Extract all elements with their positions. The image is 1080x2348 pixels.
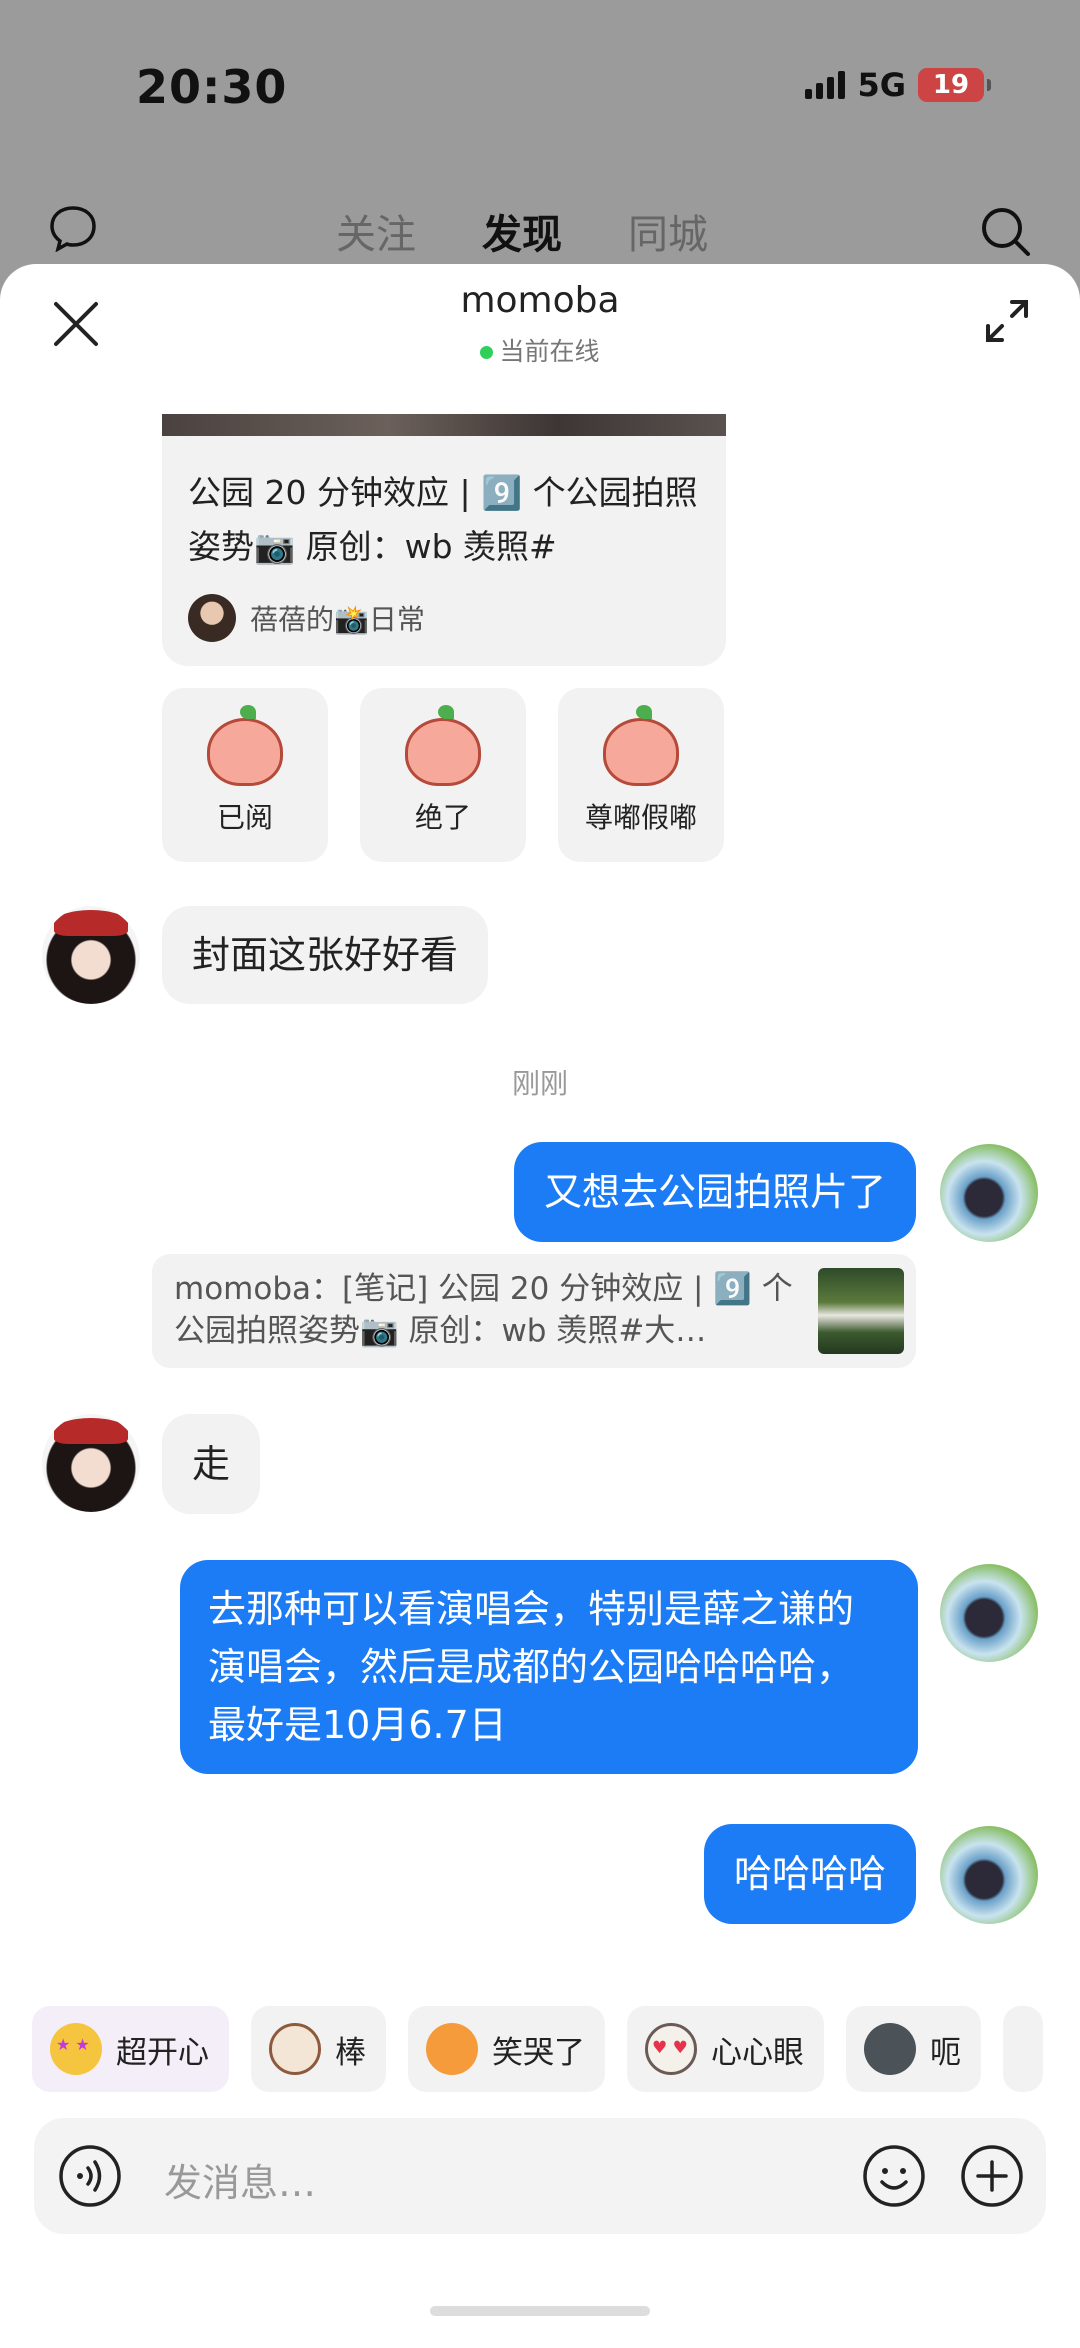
peach-sticker-icon (207, 705, 283, 786)
chat-header: momoba 当前在线 (0, 264, 1080, 374)
star-eyes-emoji-icon (50, 2023, 102, 2075)
shared-note-card[interactable]: 公园 20 分钟效应 | 9️⃣ 个公园拍照姿势📷 原创：wb 羡照# 蓓蓓的📸… (162, 414, 726, 666)
thumbs-cat-icon (269, 2023, 321, 2075)
signal-icon (805, 71, 846, 99)
quick-reaction-chip[interactable]: 棒 (251, 2006, 386, 2092)
sticker-label: 绝了 (414, 801, 471, 834)
message-input-bar: 发消息… (34, 2118, 1046, 2234)
online-dot-icon (480, 346, 494, 359)
battery-icon: 19 (918, 68, 991, 102)
sticker-label: 尊嘟假嘟 (584, 801, 697, 834)
chat-title: momoba (460, 280, 620, 321)
author-name: 蓓蓓的📸日常 (250, 603, 425, 636)
peach-sticker-icon (405, 705, 481, 786)
expand-icon[interactable] (982, 296, 1032, 346)
quick-reaction-chip[interactable]: 笑哭了 (408, 2006, 605, 2092)
chat-sheet: momoba 当前在线 公园 20 分钟效应 | 9️⃣ 个公园拍照姿势📷 原创… (0, 264, 1080, 2348)
message-bubble-incoming[interactable]: 走 (162, 1414, 261, 1514)
note-title: 公园 20 分钟效应 | 9️⃣ 个公园拍照姿势📷 原创：wb 羡照# (188, 473, 698, 566)
sticker-label: 已阅 (216, 801, 273, 834)
tab-follow[interactable]: 关注 (336, 202, 416, 260)
contact-avatar[interactable] (42, 906, 140, 1004)
presence-label: 当前在线 (499, 337, 600, 366)
quick-reaction-chip[interactable]: 超开心 (32, 2006, 229, 2092)
message-input[interactable]: 发消息… (164, 2152, 316, 2207)
quick-reaction-chip[interactable]: 心心眼 (627, 2006, 824, 2092)
search-icon[interactable] (978, 204, 1032, 258)
peach-sticker-icon (603, 705, 679, 786)
network-type: 5G (857, 66, 906, 104)
tab-local[interactable]: 同城 (628, 202, 708, 260)
chip-label: 棒 (335, 2034, 366, 2071)
tab-discover[interactable]: 发现 (482, 202, 562, 276)
my-avatar[interactable] (940, 1826, 1038, 1924)
message-bubble-outgoing[interactable]: 哈哈哈哈 (703, 1824, 916, 1924)
chip-label: 呃 (930, 2034, 961, 2071)
background-app: 20:30 5G 19 关注 发现 同城 (0, 0, 1080, 300)
awkward-cat-icon (864, 2023, 916, 2075)
message-bubble-incoming[interactable]: 封面这张好好看 (162, 906, 489, 1004)
message-bubble-outgoing[interactable]: 又想去公园拍照片了 (513, 1142, 916, 1242)
message-bubble-icon[interactable] (48, 204, 98, 252)
laughing-cat-icon (426, 2023, 478, 2075)
background-nav: 关注 发现 同城 (0, 196, 1080, 276)
status-time: 20:30 (136, 60, 288, 114)
quote-text: momoba：[笔记] 公园 20 分钟效应 | 9️⃣ 个公园拍照姿势📷 原创… (174, 1271, 793, 1349)
background-tabs: 关注 发现 同城 (336, 202, 708, 276)
quick-reaction-bar: 超开心 棒 笑哭了 心心眼 呃 (32, 2006, 1080, 2092)
my-avatar[interactable] (940, 1144, 1038, 1242)
sticker-really[interactable]: 尊嘟假嘟 (558, 688, 724, 862)
status-icons: 5G 19 (805, 66, 991, 104)
presence-status: 当前在线 (0, 332, 1080, 368)
quick-reaction-chip[interactable]: 呃 (846, 2006, 981, 2092)
note-cover-image (162, 414, 726, 436)
voice-icon[interactable] (58, 2144, 122, 2208)
sticker-read[interactable]: 已阅 (162, 688, 328, 862)
message-timestamp: 刚刚 (511, 1067, 568, 1100)
note-author: 蓓蓓的📸日常 (188, 594, 425, 642)
chip-label: 超开心 (116, 2034, 209, 2071)
plus-icon[interactable] (960, 2144, 1024, 2208)
contact-avatar[interactable] (42, 1414, 140, 1512)
quoted-note-reference[interactable]: momoba：[笔记] 公园 20 分钟效应 | 9️⃣ 个公园拍照姿势📷 原创… (152, 1254, 916, 1368)
quick-reaction-chip[interactable] (1003, 2006, 1043, 2092)
emoji-icon[interactable] (862, 2144, 926, 2208)
quote-thumbnail (818, 1268, 904, 1354)
my-avatar[interactable] (940, 1564, 1038, 1662)
home-indicator (0, 2306, 1080, 2316)
sticker-amazing[interactable]: 绝了 (360, 688, 526, 862)
author-avatar (188, 594, 236, 642)
chip-label: 笑哭了 (492, 2034, 585, 2071)
heart-eyes-cat-icon (645, 2023, 697, 2075)
message-bubble-outgoing[interactable]: 去那种可以看演唱会，特别是薛之谦的演唱会，然后是成都的公园哈哈哈哈，最好是10月… (180, 1560, 918, 1774)
chip-label: 心心眼 (711, 2034, 804, 2071)
